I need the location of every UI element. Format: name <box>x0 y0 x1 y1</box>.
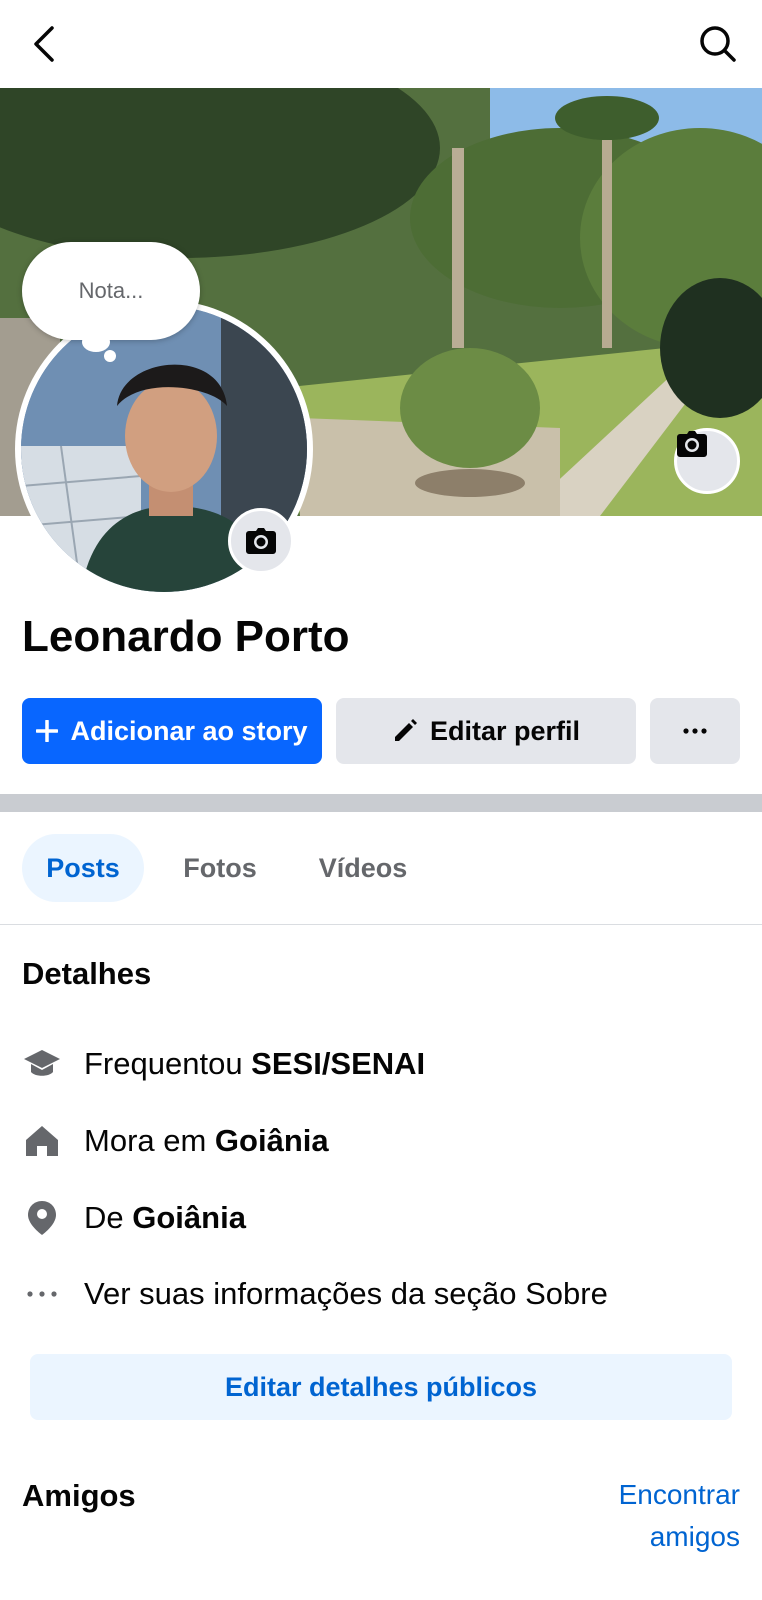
note-placeholder: Nota... <box>78 278 144 303</box>
detail-see-about[interactable]: Ver suas informações da seção Sobre <box>22 1266 742 1322</box>
find-friends-line1: Encontrar <box>618 1479 740 1510</box>
cover-camera-button[interactable] <box>674 428 740 494</box>
detail-from[interactable]: De Goiânia <box>22 1190 742 1246</box>
detail-lives-in-prefix: Mora em <box>84 1123 215 1158</box>
edit-public-details-button[interactable]: Editar detalhes públicos <box>30 1354 732 1420</box>
tabs-divider <box>0 924 762 925</box>
search-icon <box>700 26 736 62</box>
edit-profile-label: Editar perfil <box>429 715 581 746</box>
chevron-left-icon <box>34 26 54 62</box>
search-button[interactable] <box>696 22 740 66</box>
detail-from-value: Goiânia <box>132 1200 246 1235</box>
home-icon <box>22 1121 62 1161</box>
friends-title: Amigos <box>22 1478 136 1513</box>
add-story-label: Adicionar ao story <box>70 715 308 746</box>
profile-tabs: Posts Fotos Vídeos <box>0 834 762 902</box>
back-button[interactable] <box>22 22 66 66</box>
note-bubble[interactable]: Nota... <box>22 242 200 340</box>
more-dots-icon <box>683 728 707 734</box>
more-dots-icon <box>22 1274 62 1314</box>
detail-education[interactable]: Frequentou SESI/SENAI <box>22 1036 742 1092</box>
find-friends-line2: amigos <box>649 1521 740 1552</box>
graduation-cap-icon <box>22 1044 62 1084</box>
plus-icon <box>36 720 59 742</box>
detail-lives-in-value: Goiânia <box>214 1123 329 1158</box>
section-divider <box>0 794 762 812</box>
add-story-button[interactable]: Adicionar ao story <box>22 698 322 764</box>
avatar-camera-button[interactable] <box>228 508 294 574</box>
detail-see-about-label: Ver suas informações da seção Sobre <box>84 1276 608 1311</box>
tab-posts[interactable]: Posts <box>22 834 144 902</box>
detail-lives-in[interactable]: Mora em Goiânia <box>22 1113 742 1169</box>
detail-from-prefix: De <box>84 1200 133 1235</box>
details-title: Detalhes <box>22 956 152 991</box>
pencil-icon <box>392 718 418 744</box>
camera-icon <box>677 431 707 457</box>
find-friends-link[interactable]: Encontrar amigos <box>580 1474 740 1558</box>
location-pin-icon <box>22 1198 62 1238</box>
detail-education-value: SESI/SENAI <box>251 1046 426 1081</box>
edit-public-details-label: Editar detalhes públicos <box>224 1371 538 1402</box>
note-bubble-tail-dot <box>104 350 116 362</box>
camera-icon <box>246 528 276 554</box>
profile-name: Leonardo Porto <box>22 612 350 661</box>
edit-profile-button[interactable]: Editar perfil <box>336 698 636 764</box>
more-options-button[interactable] <box>650 698 740 764</box>
tab-videos[interactable]: Vídeos <box>298 834 428 902</box>
detail-education-prefix: Frequentou <box>84 1046 252 1081</box>
top-bar <box>0 0 762 88</box>
note-bubble-tail <box>82 332 110 352</box>
tab-fotos[interactable]: Fotos <box>162 834 278 902</box>
